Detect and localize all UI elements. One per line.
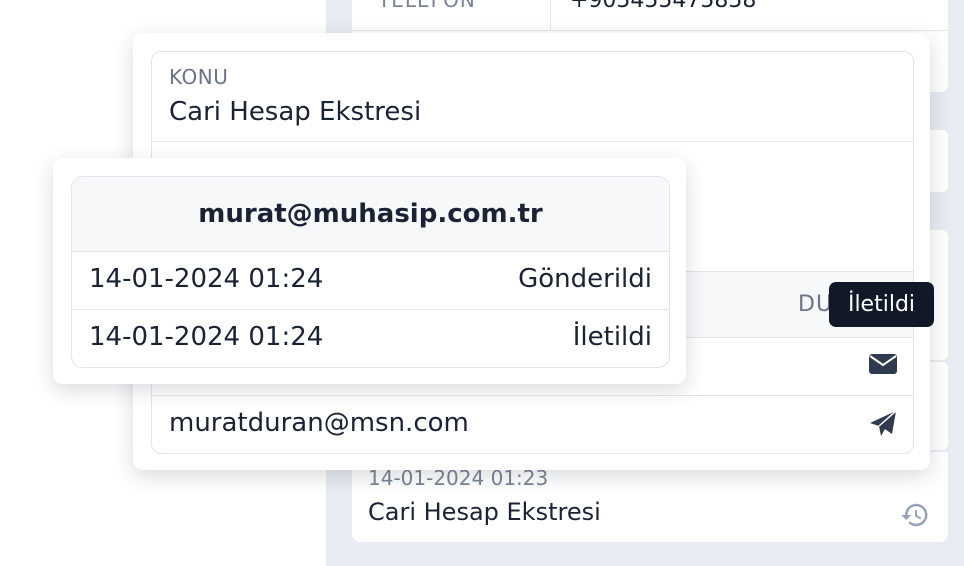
recipient-email[interactable]: muratduran@msn.com xyxy=(169,408,469,438)
divider xyxy=(550,0,551,30)
divider xyxy=(352,30,948,31)
divider xyxy=(152,141,913,142)
envelope-icon[interactable] xyxy=(868,352,898,376)
recipient-status-card: murat@muhasip.com.tr 14-01-2024 01:24 Gö… xyxy=(71,176,670,368)
phone-label: TELEFON xyxy=(378,0,476,12)
status-datetime: 14-01-2024 01:24 xyxy=(89,322,324,352)
card-edge xyxy=(930,130,948,192)
paper-plane-icon[interactable] xyxy=(868,409,898,439)
recipient-email-header: murat@muhasip.com.tr xyxy=(72,177,669,252)
divider xyxy=(152,395,913,396)
subject-label: KONU xyxy=(169,65,229,89)
history-icon[interactable] xyxy=(900,500,930,530)
phone-value: +905455475858 xyxy=(570,0,757,13)
subject-value: Cari Hesap Ekstresi xyxy=(169,97,422,127)
status-row: 14-01-2024 01:24 Gönderildi xyxy=(72,252,669,310)
status-row: 14-01-2024 01:24 İletildi xyxy=(72,310,669,367)
status-column-label: DU xyxy=(798,292,834,317)
status-tooltip: İletildi xyxy=(829,282,934,327)
status-text: İletildi xyxy=(572,322,652,352)
status-text: Gönderildi xyxy=(518,264,652,294)
recipient-status-popover: murat@muhasip.com.tr 14-01-2024 01:24 Gö… xyxy=(53,158,686,384)
status-datetime: 14-01-2024 01:24 xyxy=(89,264,324,294)
card-edge xyxy=(930,362,948,450)
history-subject: Cari Hesap Ekstresi xyxy=(368,498,601,526)
